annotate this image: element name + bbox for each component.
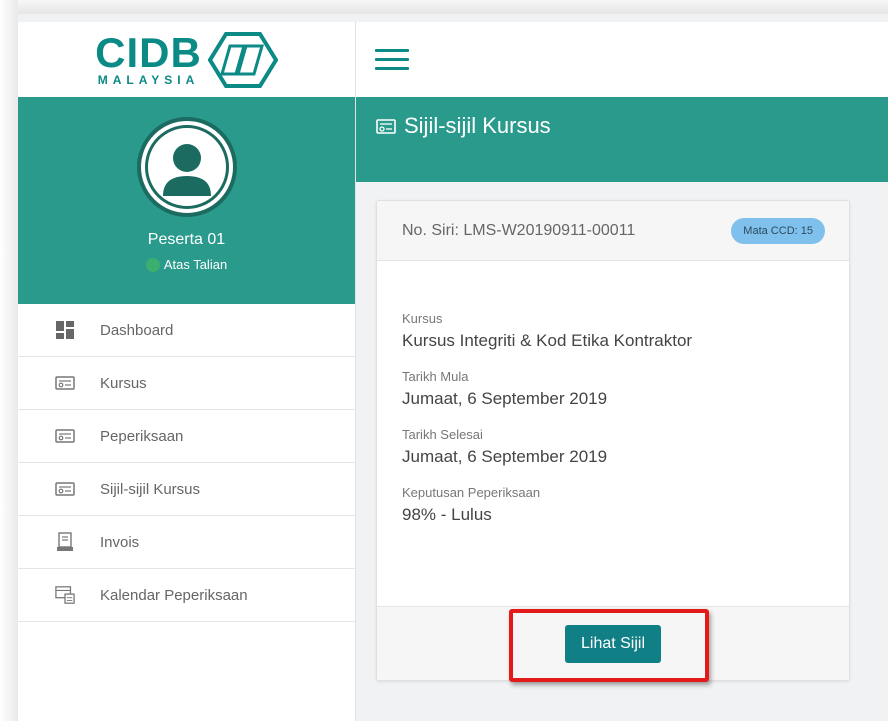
field-tarikh-selesai: Tarikh Selesai Jumaat, 6 September 2019 [402, 427, 824, 467]
cidb-logo[interactable]: CIDB MALAYSIA [95, 28, 278, 88]
logo-subtext: MALAYSIA [97, 72, 200, 87]
ccd-points-badge: Mata CCD: 15 [731, 217, 825, 244]
app-window: CIDB MALAYSIA Peserta 01 Atas Talian Das… [0, 0, 888, 721]
field-label: Tarikh Selesai [402, 427, 483, 442]
sidebar-item-peperiksaan[interactable]: Peperiksaan [18, 410, 355, 463]
certificate-icon [55, 481, 75, 497]
field-value: Kursus Integriti & Kod Etika Kontraktor [402, 331, 693, 350]
card-header: No. Siri: LMS-W20190911-00011 Mata CCD: … [377, 201, 849, 261]
sidebar-item-kursus[interactable]: Kursus [18, 357, 355, 410]
hamburger-menu-icon[interactable] [375, 49, 409, 70]
field-label: Kursus [402, 311, 443, 326]
page-header: Sijil-sijil Kursus [356, 97, 888, 182]
avatar[interactable] [136, 117, 237, 217]
field-label: Keputusan Peperiksaan [402, 485, 541, 500]
field-value: Jumaat, 6 September 2019 [402, 389, 608, 408]
field-value: Jumaat, 6 September 2019 [402, 447, 608, 466]
field-label: Tarikh Mula [402, 369, 469, 384]
card-body: Kursus Kursus Integriti & Kod Etika Kont… [377, 261, 849, 610]
window-shadow-top [0, 0, 888, 14]
sidebar-menu: Dashboard Kursus Peperiksaan Sijil-sijil… [18, 304, 355, 622]
highlight-box [509, 609, 709, 682]
certificate-icon [55, 428, 75, 444]
sidebar-item-label: Peperiksaan [100, 427, 184, 445]
field-tarikh-mula: Tarikh Mula Jumaat, 6 September 2019 [402, 369, 824, 409]
page-title-text: Sijil-sijil Kursus [404, 113, 551, 138]
status-label: Atas Talian [163, 257, 228, 272]
sidebar-item-kalendar-peperiksaan[interactable]: Kalendar Peperiksaan [18, 569, 355, 622]
certificate-icon [55, 375, 75, 391]
logo-text: CIDB [95, 28, 202, 76]
profile-name: Peserta 01 [147, 231, 226, 248]
logo-mark-icon [207, 31, 278, 88]
profile-panel: Peserta 01 Atas Talian [18, 97, 355, 304]
sidebar: CIDB MALAYSIA Peserta 01 Atas Talian Das… [18, 22, 356, 721]
logo-area: CIDB MALAYSIA [18, 22, 355, 97]
sidebar-item-label: Dashboard [100, 321, 174, 339]
calendar-icon [55, 586, 75, 604]
top-bar [356, 22, 888, 97]
field-value: 98% - Lulus [402, 505, 492, 524]
sidebar-item-label: Kalendar Peperiksaan [100, 586, 248, 604]
window-shadow-left [0, 0, 18, 721]
sidebar-item-label: Sijil-sijil Kursus [100, 480, 201, 498]
serial-number: No. Siri: LMS-W20190911-00011 [402, 221, 636, 239]
page-title: Sijil-sijil Kursus [376, 113, 551, 139]
user-icon [144, 125, 229, 209]
sidebar-item-sijil-kursus[interactable]: Sijil-sijil Kursus [18, 463, 355, 516]
sidebar-item-label: Kursus [100, 374, 147, 392]
field-kursus: Kursus Kursus Integriti & Kod Etika Kont… [402, 311, 824, 351]
invoice-icon [55, 532, 75, 551]
online-status: Atas Talian [145, 257, 228, 272]
dashboard-icon [55, 321, 75, 339]
sidebar-item-label: Invois [100, 533, 140, 551]
sidebar-item-invois[interactable]: Invois [18, 516, 355, 569]
sidebar-item-dashboard[interactable]: Dashboard [18, 304, 355, 357]
status-dot-icon [145, 257, 160, 272]
certificate-icon [376, 118, 396, 134]
field-keputusan: Keputusan Peperiksaan 98% - Lulus [402, 485, 824, 525]
